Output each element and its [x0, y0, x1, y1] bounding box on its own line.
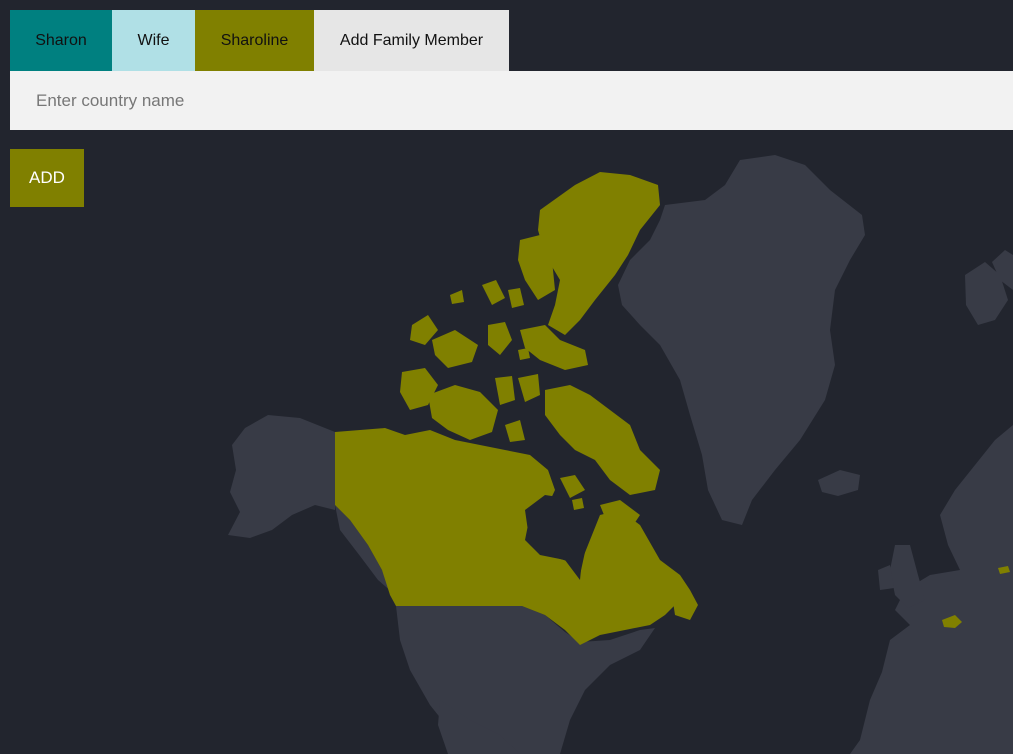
prince-of-wales-region[interactable] [495, 376, 515, 405]
tab-wife[interactable]: Wife [112, 10, 195, 71]
british-isles-region[interactable] [890, 545, 925, 608]
add-family-member-tab[interactable]: Add Family Member [314, 10, 509, 71]
bathurst-island-region[interactable] [488, 322, 512, 355]
melville-island-region[interactable] [432, 330, 478, 368]
small-island-1-region[interactable] [450, 290, 464, 304]
country-name-input[interactable] [10, 71, 1013, 130]
somerset-island-region[interactable] [518, 374, 540, 402]
family-member-tabs: Sharon Wife Sharoline Add Family Member [10, 10, 509, 71]
alaska-region[interactable] [228, 415, 335, 538]
newfoundland-region[interactable] [672, 590, 698, 620]
tab-sharoline[interactable]: Sharoline [195, 10, 314, 71]
belcher-region[interactable] [572, 498, 584, 510]
cornwallis-island-region[interactable] [482, 280, 505, 305]
small-island-2-region[interactable] [518, 348, 530, 360]
devon-island-region[interactable] [520, 325, 588, 370]
tab-sharon[interactable]: Sharon [10, 10, 112, 71]
victoria-island-region[interactable] [428, 385, 498, 440]
king-william-region[interactable] [505, 420, 525, 442]
europe-region[interactable] [850, 425, 1013, 754]
add-button[interactable]: ADD [10, 149, 84, 207]
iceland-region[interactable] [818, 470, 860, 496]
ellef-ringnes-region[interactable] [508, 288, 524, 308]
southampton-region[interactable] [560, 475, 585, 498]
